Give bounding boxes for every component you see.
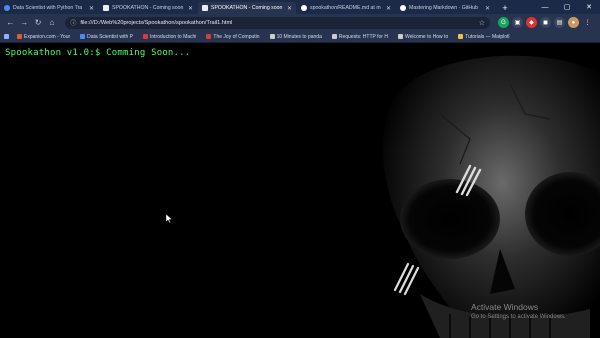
close-window-icon[interactable]: ✕ — [578, 0, 600, 14]
close-icon[interactable]: ✕ — [287, 5, 292, 12]
url-text[interactable]: file:///D:/Web%20projects/Spookathon/spo… — [80, 20, 478, 26]
bookmark-item[interactable]: Tutorials — Matplotl — [458, 33, 510, 40]
bookmarks-bar: Expanion.com - Your Data Scientist with … — [0, 31, 600, 43]
info-icon[interactable]: ⓘ — [70, 18, 76, 27]
bookmark-label: Welcome to How to — [404, 33, 449, 40]
apps-icon[interactable] — [4, 34, 11, 39]
reload-icon[interactable]: ↻ — [32, 16, 45, 29]
document-icon — [103, 5, 109, 11]
grammarly-icon[interactable]: G — [497, 17, 509, 28]
bookmark-item[interactable]: The Joy of Computin — [206, 33, 260, 40]
tab-strip: Data Scientist with Python Tra ✕ SPOOKAT… — [0, 0, 600, 14]
bookmark-item[interactable]: Introduction to Machi — [143, 34, 196, 40]
grid-icon — [4, 34, 9, 39]
bookmark-favicon-icon — [17, 34, 22, 39]
close-icon[interactable]: ✕ — [485, 5, 490, 12]
bookmark-item[interactable]: Expanion.com - Your — [17, 34, 70, 40]
bookmark-favicon-icon — [269, 34, 275, 39]
tab-1[interactable]: SPOOKATHON - Coming soon ✕ — [99, 2, 197, 14]
bookmark-favicon-icon — [143, 34, 148, 39]
bookmark-label: Data Scientist with P — [87, 33, 133, 40]
bookmark-label: Introduction to Machi — [150, 33, 197, 40]
bookmark-item[interactable]: Data Scientist with P — [80, 34, 133, 40]
github-icon — [400, 5, 406, 11]
bookmark-favicon-icon — [206, 34, 212, 39]
skull-image — [382, 55, 600, 338]
bookmark-favicon-icon — [331, 34, 337, 39]
tab-title: Data Scientist with Python Tra — [13, 5, 83, 11]
new-tab-button[interactable]: + — [499, 2, 511, 14]
forward-icon[interactable]: → — [18, 16, 31, 29]
bookmark-item[interactable]: Welcome to How to — [397, 33, 449, 40]
bookmark-favicon-icon — [80, 34, 86, 39]
close-icon[interactable]: ✕ — [188, 5, 193, 12]
bookmark-favicon-icon — [397, 34, 403, 39]
browser-window: Data Scientist with Python Tra ✕ SPOOKAT… — [0, 0, 600, 338]
close-icon[interactable]: ✕ — [89, 5, 94, 12]
bookmark-label: 10 Minutes to panda — [276, 33, 322, 40]
extensions: G ▣ ◆ ◼ ▤ ● ⋮ — [497, 17, 596, 28]
address-bar[interactable]: ⓘ file:///D:/Web%20projects/Spookathon/s… — [65, 16, 490, 29]
maximize-icon[interactable]: ▢ — [556, 0, 578, 14]
github-icon — [301, 5, 307, 11]
bookmark-label: Expanion.com - Your — [24, 33, 71, 40]
activate-windows-watermark: Activate Windows Go to Settings to activ… — [471, 302, 566, 320]
document-icon — [202, 5, 208, 11]
bookmark-item[interactable]: 10 Minutes to panda — [269, 33, 322, 40]
home-icon[interactable]: ⌂ — [45, 16, 58, 29]
extension-icon[interactable]: ◼ — [539, 17, 551, 28]
bookmark-label: The Joy of Computin — [213, 33, 260, 40]
tab-title: Mastering Markdown · GitHub — [409, 5, 478, 11]
globe-icon — [4, 5, 10, 11]
window-controls: — ▢ ✕ — [534, 0, 600, 14]
extension-icon[interactable]: ▤ — [553, 17, 565, 28]
watermark-title: Activate Windows — [471, 302, 539, 312]
bookmark-label: Requests: HTTP for H — [338, 33, 388, 40]
tab-title: spookathon/README.md at m — [310, 5, 381, 11]
extension-icon[interactable]: ▣ — [511, 17, 523, 28]
extension-icon[interactable]: ◆ — [525, 17, 537, 28]
bookmark-item[interactable]: Requests: HTTP for H — [331, 33, 388, 40]
tab-4[interactable]: Mastering Markdown · GitHub ✕ — [396, 2, 494, 14]
page-content: Spookathon v1.0:$ Comming Soon... Activa… — [0, 44, 600, 338]
bookmark-label: Tutorials — Matplotl — [465, 33, 510, 40]
mouse-cursor-icon — [166, 214, 172, 223]
watermark-subtitle: Go to Settings to activate Windows. — [471, 314, 566, 320]
minimize-icon[interactable]: — — [534, 0, 556, 14]
terminal-prompt: Spookathon v1.0:$ Comming Soon... — [5, 48, 191, 58]
tab-title: SPOOKATHON - Coming soon — [112, 5, 184, 11]
menu-icon[interactable]: ⋮ — [582, 17, 593, 28]
back-icon[interactable]: ← — [4, 16, 17, 29]
tab-title: SPOOKATHON - Coming soon — [211, 5, 283, 11]
close-icon[interactable]: ✕ — [386, 5, 391, 12]
bookmark-favicon-icon — [458, 34, 464, 39]
avatar[interactable]: ● — [567, 17, 579, 28]
star-icon[interactable]: ☆ — [479, 19, 485, 27]
tab-0[interactable]: Data Scientist with Python Tra ✕ — [0, 2, 98, 14]
tab-2[interactable]: SPOOKATHON - Coming soon ✕ — [198, 2, 296, 14]
toolbar: ← → ↻ ⌂ ⓘ file:///D:/Web%20projects/Spoo… — [0, 14, 600, 31]
tab-3[interactable]: spookathon/README.md at m ✕ — [297, 2, 395, 14]
